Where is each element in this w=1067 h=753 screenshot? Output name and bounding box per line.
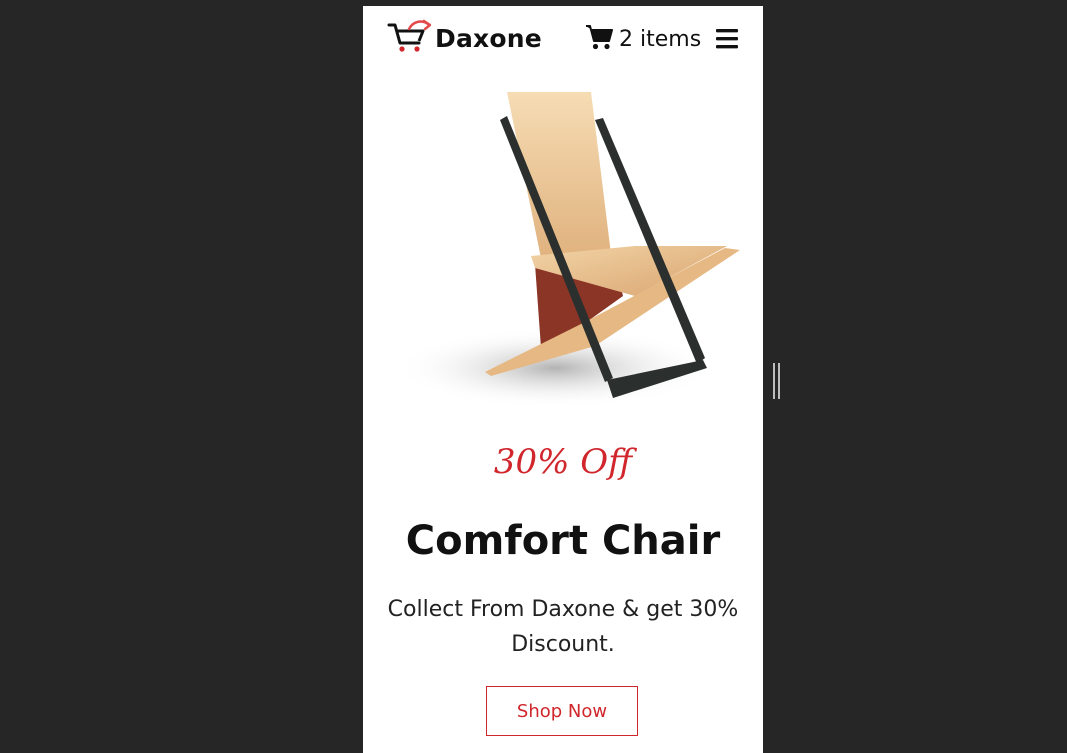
product-title: Comfort Chair — [405, 518, 721, 564]
site-logo[interactable]: Daxone — [387, 19, 542, 57]
cart-count-label: 2 items — [619, 26, 702, 52]
site-header: Daxone 2 items — [363, 6, 763, 72]
logo-text: Daxone — [435, 23, 542, 53]
discount-label: 30% Off — [493, 442, 633, 482]
product-description: Collect From Daxone & get 30% Discount. — [387, 597, 739, 657]
wooden-chair-image — [385, 86, 745, 426]
resize-grip-bar — [778, 363, 780, 399]
mobile-viewport: Daxone 2 items 30% Off Comfort Chair Col… — [363, 6, 763, 753]
viewport-resize-handle[interactable] — [773, 363, 781, 399]
shopping-cart-logo-icon — [387, 19, 432, 57]
cart-icon — [585, 24, 613, 54]
hamburger-menu-icon[interactable] — [715, 28, 739, 50]
resize-grip-bar — [773, 363, 775, 399]
shop-now-button[interactable]: Shop Now — [486, 686, 638, 736]
cart-button[interactable]: 2 items — [585, 24, 701, 54]
